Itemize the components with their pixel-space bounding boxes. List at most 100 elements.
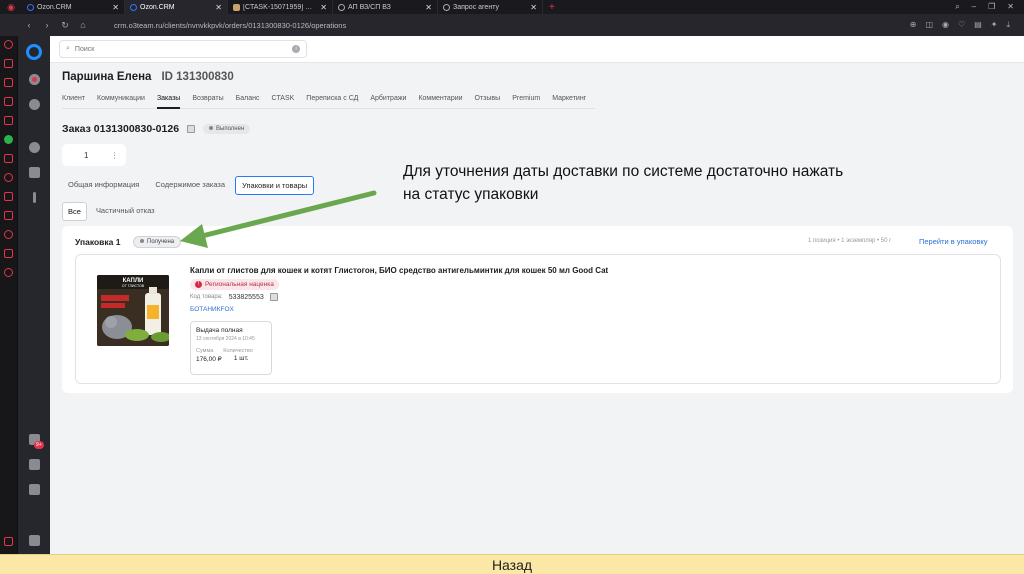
- tab-orders[interactable]: Заказы: [156, 95, 181, 109]
- send-icon[interactable]: [4, 192, 13, 201]
- search-icon[interactable]: ⌕: [955, 2, 959, 12]
- product-image-subtitle: ОТ ГЛИСТОВ: [122, 284, 145, 288]
- order-counter[interactable]: 1 ⋮: [62, 144, 126, 166]
- drive-icon: [443, 3, 450, 11]
- close-tab-icon[interactable]: ✕: [316, 3, 327, 12]
- info-icon[interactable]: i: [292, 45, 300, 53]
- new-tab-button[interactable]: +: [543, 2, 561, 13]
- copy-icon[interactable]: [187, 125, 196, 133]
- tab-packages[interactable]: Упаковки и товары: [235, 176, 315, 195]
- package-filters: Все Частичный отказ: [62, 202, 160, 221]
- forward-icon[interactable]: ›: [38, 20, 56, 30]
- customer-id: ID 131300830: [161, 71, 234, 83]
- ozon-logo-icon[interactable]: [26, 44, 42, 60]
- browser-tab-active[interactable]: Ozon.CRM ✕: [125, 0, 228, 14]
- vk-icon[interactable]: [4, 154, 13, 163]
- product-photo: КАПЛИ ОТ ГЛИСТОВ: [97, 275, 169, 346]
- product-name[interactable]: Капли от глистов для кошек и котят Глист…: [190, 266, 608, 275]
- browser-tab[interactable]: Запрос агенту ✕: [438, 0, 543, 14]
- reload-icon[interactable]: ↻: [56, 20, 74, 31]
- close-tab-icon[interactable]: ✕: [108, 3, 119, 12]
- messenger-icon[interactable]: [4, 97, 13, 106]
- tab-delivery-chat[interactable]: Переписка с СД: [306, 95, 358, 102]
- music-icon[interactable]: [4, 173, 13, 182]
- tab-balance[interactable]: Баланс: [236, 95, 260, 102]
- tab-reviews[interactable]: Отзывы: [475, 95, 501, 102]
- filter-partial-refusal[interactable]: Частичный отказ: [91, 202, 160, 221]
- extensions-icon[interactable]: ✦: [991, 20, 998, 30]
- play-icon[interactable]: [28, 99, 40, 110]
- bookmark-icon[interactable]: ♡: [958, 20, 965, 30]
- order-subtabs: Общая информация Содержимое заказа Упако…: [62, 176, 315, 195]
- back-icon[interactable]: ‹: [20, 20, 38, 30]
- package-meta: 1 позиция • 1 экземпляр • 50 г: [808, 238, 892, 244]
- customer-header: Паршина Елена ID 131300830: [62, 71, 234, 83]
- go-to-package-link[interactable]: Перейти в упаковку: [919, 237, 988, 246]
- settings-icon[interactable]: [4, 268, 13, 277]
- browser-tab[interactable]: АП ВЗ/СП ВЗ ✕: [333, 0, 438, 14]
- tab-communications[interactable]: Коммуникации: [97, 95, 145, 102]
- zoom-icon[interactable]: ⊕: [910, 20, 917, 30]
- twitch-icon[interactable]: [4, 78, 13, 87]
- tab-returns[interactable]: Возвраты: [192, 95, 223, 102]
- flame-icon[interactable]: [4, 116, 13, 125]
- wallet-icon[interactable]: [4, 537, 13, 546]
- close-tab-icon[interactable]: ✕: [211, 3, 222, 12]
- product-image[interactable]: КАПЛИ ОТ ГЛИСТОВ: [97, 275, 169, 346]
- close-window-icon[interactable]: ✕: [1007, 2, 1014, 12]
- browser-tab[interactable]: [CTASK-15071959] Статус с ✕: [228, 0, 333, 14]
- url-field[interactable]: crm.o3team.ru/clients/nvnvkkpvk/orders/0…: [114, 21, 346, 30]
- camera-icon[interactable]: ◉: [942, 20, 949, 30]
- tab-ctask[interactable]: CTASK: [271, 95, 294, 102]
- more-vertical-icon[interactable]: ⋮: [110, 151, 118, 160]
- download-icon[interactable]: ⤓: [1006, 20, 1010, 30]
- package-card: Упаковка 1 Получена 1 позиция • 1 экземп…: [62, 226, 1013, 393]
- tab-general-info[interactable]: Общая информация: [62, 176, 145, 195]
- order-status-badge: Выполнен: [203, 124, 251, 134]
- home-icon[interactable]: [28, 484, 40, 495]
- tab-client[interactable]: Клиент: [62, 95, 85, 102]
- tab-premium[interactable]: Premium: [512, 95, 540, 102]
- filter-all[interactable]: Все: [62, 202, 87, 221]
- speed-dial-icon[interactable]: [4, 40, 13, 49]
- browser-tab[interactable]: Ozon.CRM ✕: [22, 0, 125, 14]
- search-box[interactable]: ⌕ i: [59, 40, 307, 58]
- browser-menu-icon[interactable]: ◉: [0, 0, 22, 14]
- jira-icon: [233, 3, 240, 11]
- maximize-icon[interactable]: ❐: [988, 2, 995, 12]
- tab-marketing[interactable]: Маркетинг: [552, 95, 586, 102]
- home-icon[interactable]: ⌂: [74, 20, 92, 30]
- minimize-icon[interactable]: –: [972, 2, 976, 12]
- drive-icon: [338, 3, 345, 11]
- screenshot-icon[interactable]: ◫: [925, 20, 933, 30]
- back-button[interactable]: Назад: [0, 554, 1024, 574]
- search-input[interactable]: [74, 45, 292, 53]
- copy-icon[interactable]: [269, 293, 278, 301]
- logout-icon[interactable]: [28, 535, 40, 546]
- ozon-icon: [27, 3, 34, 11]
- user-icon[interactable]: [28, 142, 40, 153]
- chat-icon[interactable]: [28, 459, 40, 470]
- window-controls: ⌕ – ❐ ✕: [955, 2, 1024, 12]
- customer-name: Паршина Елена: [62, 71, 152, 83]
- tab-arbitration[interactable]: Арбитражи: [370, 95, 406, 102]
- bag-icon[interactable]: [4, 59, 13, 68]
- sum-value: 176,00 ₽: [196, 356, 222, 363]
- counter-value: 1: [84, 150, 89, 160]
- search-icon: ⌕: [66, 45, 70, 52]
- reader-icon[interactable]: ▤: [974, 20, 982, 30]
- tab-comments[interactable]: Комментарии: [418, 95, 462, 102]
- heart-icon[interactable]: [4, 211, 13, 220]
- cube-icon[interactable]: [4, 249, 13, 258]
- more-vertical-icon[interactable]: [32, 192, 36, 203]
- history-icon[interactable]: [4, 230, 13, 239]
- close-tab-icon[interactable]: ✕: [421, 3, 432, 12]
- seller-link[interactable]: БОТАНИКFOX: [190, 306, 234, 313]
- address-bar: ‹ › ↻ ⌂ crm.o3team.ru/clients/nvnvkkpvk/…: [0, 14, 1024, 36]
- package-status-badge[interactable]: Получена: [133, 236, 182, 248]
- close-tab-icon[interactable]: ✕: [526, 3, 537, 12]
- whatsapp-icon[interactable]: [4, 135, 13, 144]
- tab-order-contents[interactable]: Содержимое заказа: [149, 176, 231, 195]
- record-icon[interactable]: [28, 74, 40, 85]
- megaphone-icon[interactable]: [28, 167, 40, 178]
